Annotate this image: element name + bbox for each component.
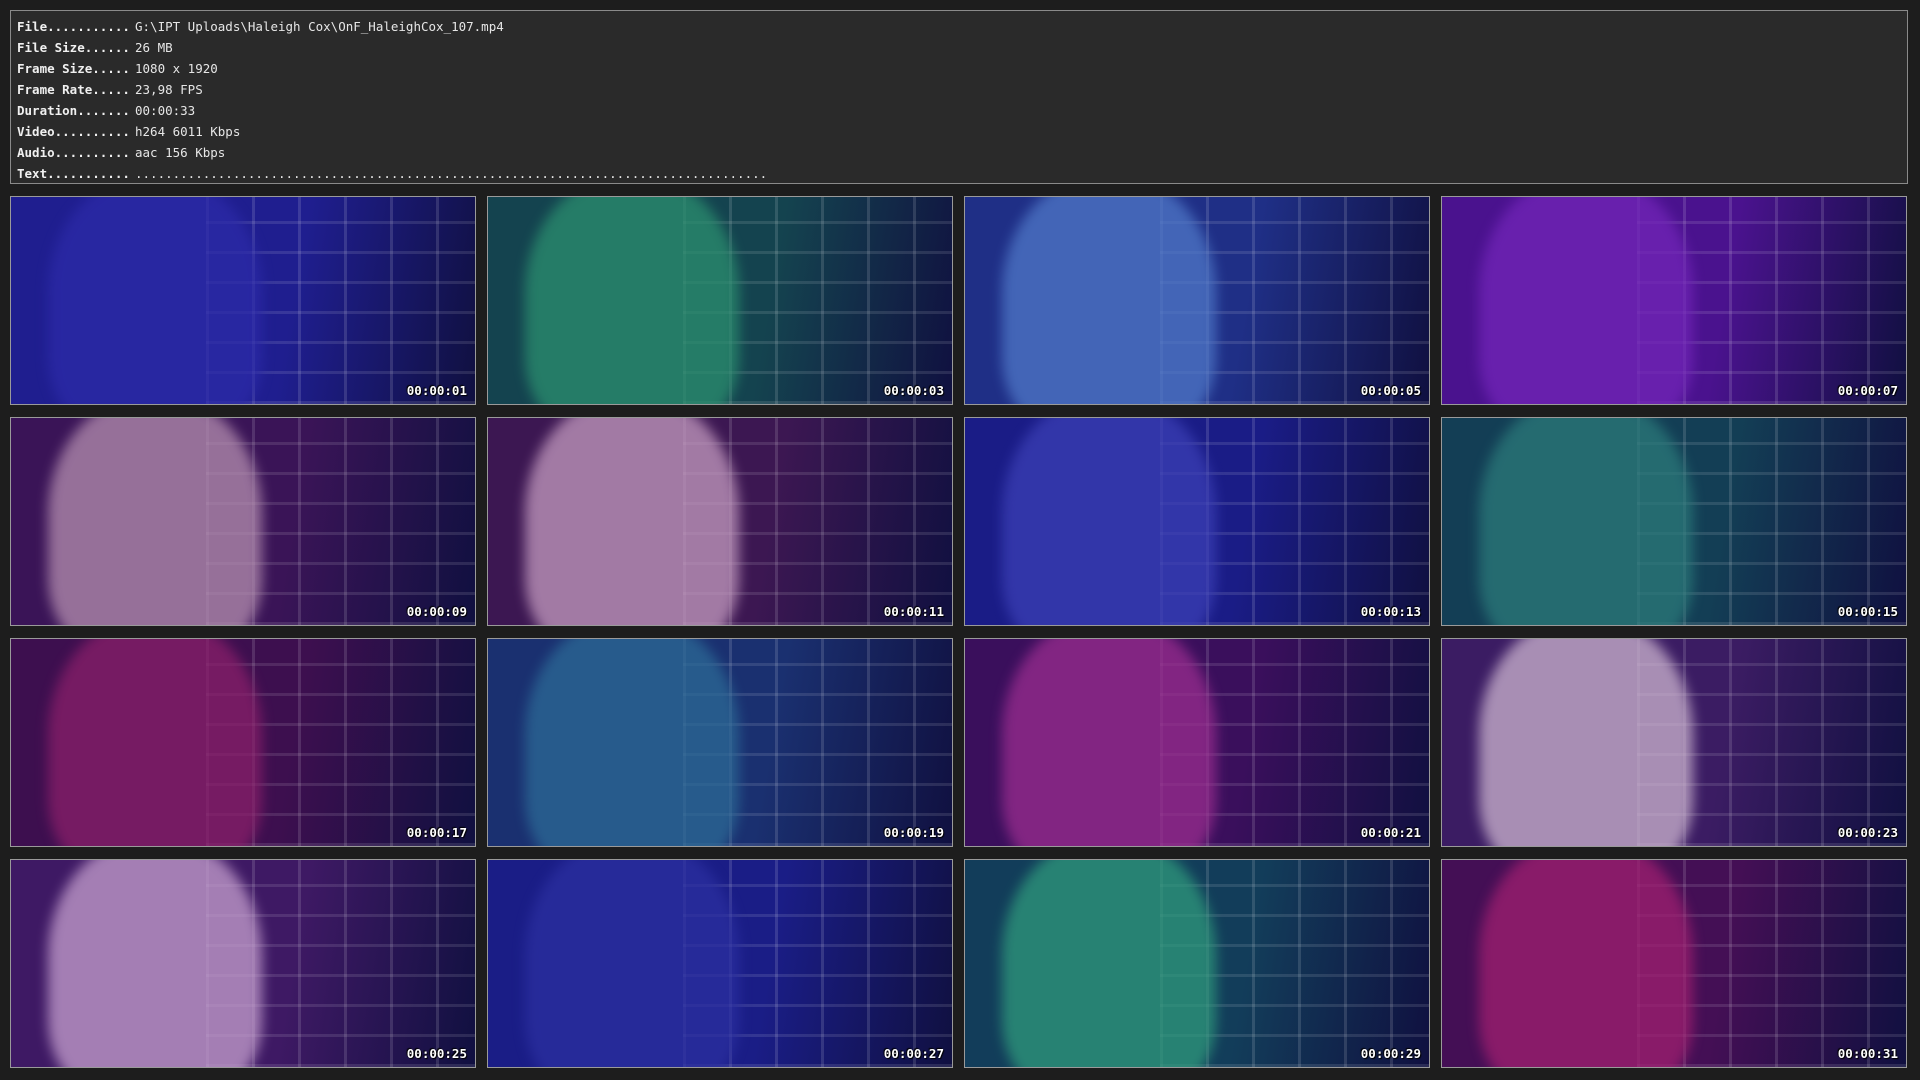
thumbnail-frame[interactable]: 00:00:13 (964, 417, 1430, 626)
info-value: G:\IPT Uploads\Haleigh Cox\OnF_HaleighCo… (135, 19, 504, 34)
timestamp-label: 00:00:13 (1360, 604, 1421, 619)
figure-silhouette (1002, 418, 1216, 625)
figure-silhouette (1479, 197, 1693, 404)
thumbnail-frame[interactable]: 00:00:27 (487, 859, 953, 1068)
figure-silhouette (525, 418, 739, 625)
figure-silhouette (525, 197, 739, 404)
info-key: Frame Rate..... (17, 82, 130, 97)
figure-silhouette (48, 197, 262, 404)
thumbnail-image (11, 418, 475, 625)
info-row: Text....................................… (17, 163, 767, 184)
info-row: Frame Rate..... 23,98 FPS (17, 79, 203, 100)
thumbnail-frame[interactable]: 00:00:25 (10, 859, 476, 1068)
contact-sheet: File........... G:\IPT Uploads\Haleigh Co… (0, 0, 1920, 1080)
thumbnail-frame[interactable]: 00:00:19 (487, 638, 953, 847)
thumbnail-frame[interactable]: 00:00:05 (964, 196, 1430, 405)
figure-silhouette (48, 639, 262, 846)
info-key: Frame Size..... (17, 61, 130, 76)
figure-silhouette (1479, 639, 1693, 846)
figure-silhouette (1002, 860, 1216, 1067)
figure-silhouette (48, 418, 262, 625)
info-value: 1080 x 1920 (135, 61, 218, 76)
timestamp-label: 00:00:03 (883, 383, 944, 398)
thumbnail-frame[interactable]: 00:00:03 (487, 196, 953, 405)
info-key: File Size...... (17, 40, 130, 55)
thumbnail-image (488, 860, 952, 1067)
figure-silhouette (525, 860, 739, 1067)
timestamp-label: 00:00:01 (406, 383, 467, 398)
info-value: 26 MB (135, 40, 173, 55)
info-row: Video.......... h264 6011 Kbps (17, 121, 240, 142)
thumbnail-frame[interactable]: 00:00:17 (10, 638, 476, 847)
timestamp-label: 00:00:21 (1360, 825, 1421, 840)
thumbnail-image (965, 418, 1429, 625)
thumbnail-image (11, 197, 475, 404)
timestamp-label: 00:00:29 (1360, 1046, 1421, 1061)
thumbnail-frame[interactable]: 00:00:07 (1441, 196, 1907, 405)
info-key: Video.......... (17, 124, 130, 139)
thumbnail-frame[interactable]: 00:00:31 (1441, 859, 1907, 1068)
timestamp-label: 00:00:25 (406, 1046, 467, 1061)
thumbnail-frame[interactable]: 00:00:21 (964, 638, 1430, 847)
thumbnail-image (965, 860, 1429, 1067)
thumbnail-frame[interactable]: 00:00:01 (10, 196, 476, 405)
thumbnail-image (488, 197, 952, 404)
timestamp-label: 00:00:17 (406, 825, 467, 840)
info-value: ........................................… (135, 166, 768, 181)
info-key: Text........... (17, 166, 130, 181)
info-key: Duration....... (17, 103, 130, 118)
media-info-panel: File........... G:\IPT Uploads\Haleigh Co… (10, 10, 1908, 184)
figure-silhouette (48, 860, 262, 1067)
info-value: 23,98 FPS (135, 82, 203, 97)
thumbnail-frame[interactable]: 00:00:11 (487, 417, 953, 626)
info-value: 00:00:33 (135, 103, 196, 118)
info-row: Frame Size..... 1080 x 1920 (17, 58, 218, 79)
info-key: Audio.......... (17, 145, 130, 160)
thumbnail-image (1442, 418, 1906, 625)
thumbnail-image (965, 197, 1429, 404)
timestamp-label: 00:00:27 (883, 1046, 944, 1061)
thumbnail-frame[interactable]: 00:00:15 (1441, 417, 1907, 626)
timestamp-label: 00:00:23 (1837, 825, 1898, 840)
thumbnail-frame[interactable]: 00:00:23 (1441, 638, 1907, 847)
timestamp-label: 00:00:11 (883, 604, 944, 619)
thumbnail-image (1442, 639, 1906, 846)
timestamp-label: 00:00:05 (1360, 383, 1421, 398)
thumbnail-image (1442, 197, 1906, 404)
thumbnail-image (11, 639, 475, 846)
timestamp-label: 00:00:31 (1837, 1046, 1898, 1061)
timestamp-label: 00:00:15 (1837, 604, 1898, 619)
info-row: Duration....... 00:00:33 (17, 100, 195, 121)
figure-silhouette (1002, 197, 1216, 404)
thumbnail-frame[interactable]: 00:00:09 (10, 417, 476, 626)
figure-silhouette (1479, 860, 1693, 1067)
thumbnail-image (488, 418, 952, 625)
info-row: File Size...... 26 MB (17, 37, 173, 58)
figure-silhouette (525, 639, 739, 846)
figure-silhouette (1479, 418, 1693, 625)
info-row: Audio.......... aac 156 Kbps (17, 142, 225, 163)
info-value: h264 6011 Kbps (135, 124, 241, 139)
thumbnail-frame[interactable]: 00:00:29 (964, 859, 1430, 1068)
thumbnail-image (1442, 860, 1906, 1067)
info-row: File........... G:\IPT Uploads\Haleigh Co… (17, 16, 504, 37)
timestamp-label: 00:00:09 (406, 604, 467, 619)
thumbnail-grid: 00:00:01 00:00:03 00:00:05 00:00:07 00:00:09… (10, 196, 1908, 1070)
figure-silhouette (1002, 639, 1216, 846)
info-value: aac 156 Kbps (135, 145, 226, 160)
thumbnail-image (488, 639, 952, 846)
timestamp-label: 00:00:19 (883, 825, 944, 840)
thumbnail-image (965, 639, 1429, 846)
info-key: File........... (17, 19, 130, 34)
thumbnail-image (11, 860, 475, 1067)
timestamp-label: 00:00:07 (1837, 383, 1898, 398)
